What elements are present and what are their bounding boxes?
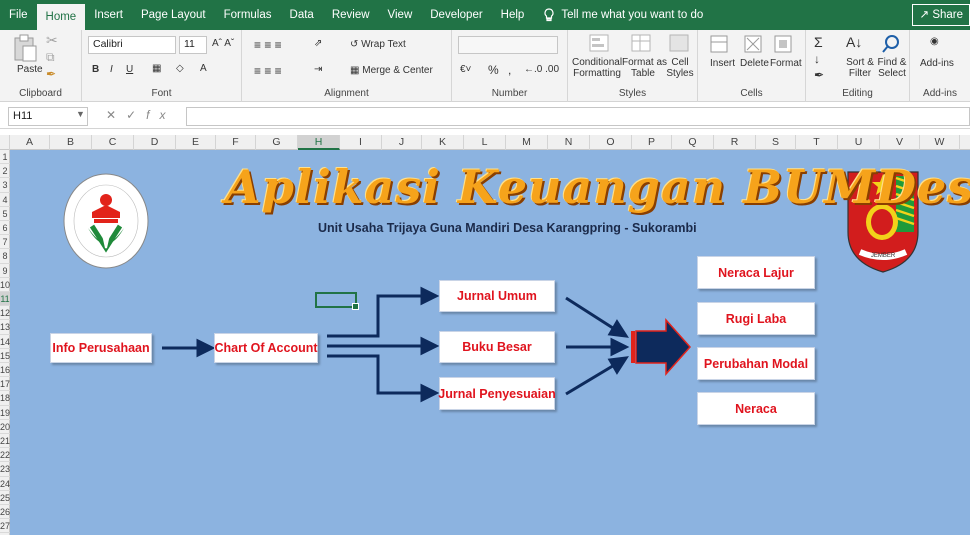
info-perusahaan-button[interactable]: Info Perusahaan xyxy=(50,333,152,363)
jurnal-penyesuaian-button[interactable]: Jurnal Penyesuaian xyxy=(438,377,556,410)
chart-of-account-button[interactable]: Chart Of Account xyxy=(214,333,318,363)
perubahan-modal-button[interactable]: Perubahan Modal xyxy=(697,347,815,380)
arrow-coa-jurnal-penyesuaian xyxy=(327,354,424,395)
selected-cell-h11[interactable] xyxy=(315,292,359,310)
buku-besar-button[interactable]: Buku Besar xyxy=(439,331,555,363)
neraca-lajur-button[interactable]: Neraca Lajur xyxy=(697,256,815,289)
arrow-jp-converge xyxy=(565,362,617,396)
arrowhead-ju-converge xyxy=(607,319,629,338)
arrow-ju-converge xyxy=(565,296,617,332)
big-arrow-stripe xyxy=(631,331,635,363)
arrowhead-jurnal-umum xyxy=(420,286,440,306)
arrowhead-bb-converge xyxy=(610,337,630,357)
big-arrow-icon xyxy=(635,318,692,376)
arrowhead-info-coa xyxy=(196,338,216,358)
arrowhead-jurnal-penyesuaian xyxy=(420,383,440,403)
arrowhead-buku-besar xyxy=(420,336,440,356)
jurnal-umum-button[interactable]: Jurnal Umum xyxy=(439,280,555,312)
arrowhead-jp-converge xyxy=(607,356,629,375)
neraca-button[interactable]: Neraca xyxy=(697,392,815,425)
rugi-laba-button[interactable]: Rugi Laba xyxy=(697,302,815,335)
flow-arrows xyxy=(162,286,692,403)
